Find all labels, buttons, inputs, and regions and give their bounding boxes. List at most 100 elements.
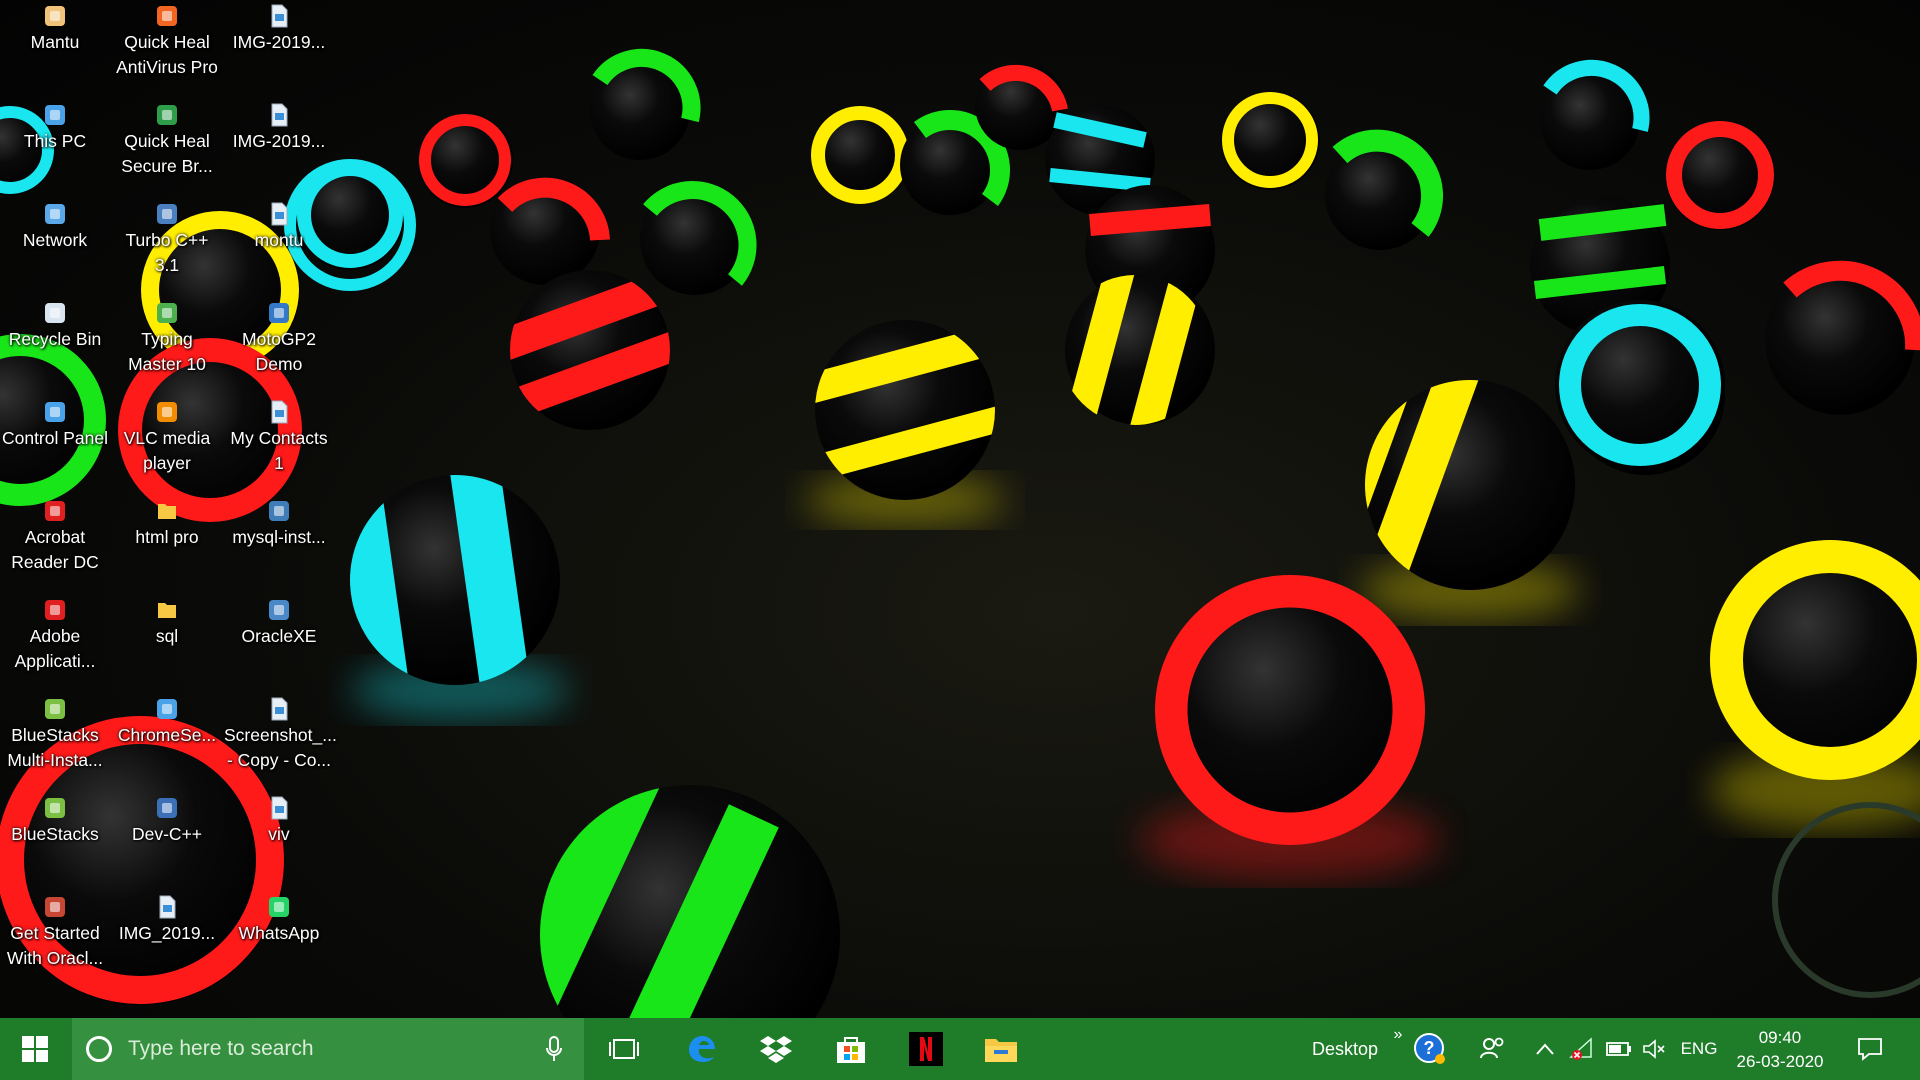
desktop-icon-label: Acrobat Reader DC xyxy=(11,527,99,572)
notification-icon xyxy=(1858,1038,1882,1061)
desktop-icon-html-pro[interactable]: html pro xyxy=(112,495,222,591)
desktop-icon-label: VLC media player xyxy=(123,428,211,473)
store-icon xyxy=(837,1037,865,1063)
people-button[interactable] xyxy=(1473,1018,1513,1080)
search-box[interactable]: Type here to search xyxy=(72,1018,584,1080)
show-hidden-icons-button[interactable] xyxy=(1530,1018,1560,1080)
desktop-icon-acrobat[interactable]: Acrobat Reader DC xyxy=(0,495,110,591)
user-folder-icon xyxy=(43,4,67,28)
taskbar-netflix[interactable] xyxy=(900,1018,952,1080)
microphone-icon[interactable] xyxy=(546,1036,562,1062)
network-status-button[interactable] xyxy=(1565,1018,1599,1080)
desktop-icon-mysql-inst[interactable]: mysql-inst... xyxy=(224,495,334,591)
desktop-icon-label: IMG-2019... xyxy=(232,32,326,52)
edge-icon xyxy=(689,1036,715,1062)
desktop-icon-typing[interactable]: Typing Master 10 xyxy=(112,297,222,393)
action-center-button[interactable] xyxy=(1848,1018,1892,1080)
desktop-icon-viv[interactable]: viv xyxy=(224,792,334,888)
desktop-icon-label: BlueStacks xyxy=(11,824,99,844)
desktop-icon-label: Mantu xyxy=(30,32,80,52)
desktop-icon-whatsapp[interactable]: WhatsApp xyxy=(224,891,334,987)
taskbar-dropbox[interactable] xyxy=(750,1018,802,1080)
desktop-icon-bluestacks[interactable]: BlueStacks xyxy=(0,792,110,888)
devcpp-icon xyxy=(155,796,179,820)
computer-icon xyxy=(43,103,67,127)
start-button[interactable] xyxy=(0,1018,70,1080)
desktop-icon-adobe[interactable]: Adobe Applicati... xyxy=(0,594,110,690)
desktop-icon-label: Turbo C++ 3.1 xyxy=(125,230,209,275)
desktop-icon-label: Quick Heal Secure Br... xyxy=(121,131,213,176)
desktop-icon-img-2019[interactable]: IMG_2019... xyxy=(112,891,222,987)
task-view-button[interactable] xyxy=(598,1018,650,1080)
image-file-icon xyxy=(155,895,179,919)
desktop-icon-label: Get Started With Oracl... xyxy=(6,923,104,968)
desktop-icon-dev-c[interactable]: Dev-C++ xyxy=(112,792,222,888)
motogp-icon xyxy=(267,301,291,325)
image-file-icon xyxy=(267,796,291,820)
vlc-icon xyxy=(155,400,179,424)
desktop-icon-control-panel[interactable]: Control Panel xyxy=(0,396,110,492)
dropbox-icon xyxy=(760,1036,792,1063)
search-placeholder: Type here to search xyxy=(128,1037,314,1060)
desktop-icon-label: mysql-inst... xyxy=(232,527,326,547)
desktop-icon-label: Control Panel xyxy=(1,428,109,448)
desktop-icon-recycle-bin[interactable]: Recycle Bin xyxy=(0,297,110,393)
desktop-toolbar-label[interactable]: Desktop xyxy=(1305,1018,1385,1080)
bluestacks-multi-icon xyxy=(43,697,67,721)
people-icon xyxy=(1480,1037,1504,1059)
oracle-db-icon xyxy=(43,895,67,919)
desktop-icon-label: Adobe Applicati... xyxy=(14,626,96,671)
image-file-icon xyxy=(267,202,291,226)
chevron-up-icon xyxy=(1536,1043,1554,1055)
taskbar-file-explorer[interactable] xyxy=(975,1018,1027,1080)
desktop-icon-quick-heal[interactable]: Quick Heal Secure Br... xyxy=(112,99,222,195)
help-button[interactable]: ? xyxy=(1408,1018,1452,1080)
desktop-icon-label: Screenshot_... - Copy - Co... xyxy=(224,725,337,770)
desktop-icon-screenshot[interactable]: Screenshot_... - Copy - Co... xyxy=(224,693,337,789)
quickheal-browser-icon xyxy=(155,103,179,127)
desktop-icon-get-started[interactable]: Get Started With Oracl... xyxy=(0,891,110,987)
desktop-icon-img-2019[interactable]: IMG-2019... xyxy=(224,99,334,195)
battery-button[interactable] xyxy=(1602,1018,1636,1080)
desktop-icon-motogp2[interactable]: MotoGP2 Demo xyxy=(224,297,334,393)
desktop-icon-label: ChromeSe... xyxy=(117,725,217,745)
volume-button[interactable] xyxy=(1637,1018,1671,1080)
acrobat-icon xyxy=(43,499,67,523)
desktop-icon-label: Recycle Bin xyxy=(8,329,102,349)
desktop-icon-vlc-media[interactable]: VLC media player xyxy=(112,396,222,492)
desktop-icon-label: My Contacts 1 xyxy=(230,428,328,473)
cortana-icon[interactable] xyxy=(86,1036,112,1062)
desktop-icon-turbo-c[interactable]: Turbo C++ 3.1 xyxy=(112,198,222,294)
taskbar-store[interactable] xyxy=(825,1018,877,1080)
typing-master-icon xyxy=(155,301,179,325)
desktop-icon-sql[interactable]: sql xyxy=(112,594,222,690)
desktop-icon-oraclexe[interactable]: OracleXE xyxy=(224,594,334,690)
netflix-icon xyxy=(909,1032,943,1066)
quickheal-icon xyxy=(155,4,179,28)
desktop-icon-quick-heal[interactable]: Quick Heal AntiVirus Pro xyxy=(112,0,222,96)
desktop-icon-label: MotoGP2 Demo xyxy=(242,329,316,374)
image-file-icon xyxy=(267,103,291,127)
desktop-icon-this-pc[interactable]: This PC xyxy=(0,99,110,195)
desktop-icon-label: viv xyxy=(268,824,290,844)
taskbar-edge[interactable] xyxy=(676,1018,728,1080)
help-icon: ? xyxy=(1414,1033,1445,1064)
desktop-icon-label: IMG_2019... xyxy=(118,923,216,943)
battery-icon xyxy=(1606,1042,1631,1056)
desktop-icon-label: html pro xyxy=(135,527,199,547)
input-language[interactable]: ENG xyxy=(1672,1018,1726,1080)
desktop-icon-bluestacks[interactable]: BlueStacks Multi-Insta... xyxy=(0,693,110,789)
task-view-icon xyxy=(609,1039,639,1059)
desktop-icon-img-2019[interactable]: IMG-2019... xyxy=(224,0,334,96)
desktop-icon-label: IMG-2019... xyxy=(232,131,326,151)
volume-muted-icon xyxy=(1643,1039,1665,1059)
desktop-icon-label: sql xyxy=(155,626,179,646)
desktop-icon-network[interactable]: Network xyxy=(0,198,110,294)
desktop-icon-label: BlueStacks Multi-Insta... xyxy=(7,725,103,770)
clock[interactable]: 09:40 26-03-2020 xyxy=(1728,1026,1832,1074)
desktop-icon-montu[interactable]: montu xyxy=(224,198,334,294)
desktop-icon-chromese[interactable]: ChromeSe... xyxy=(112,693,222,789)
desktop-icon-mantu[interactable]: Mantu xyxy=(0,0,110,96)
desktop-icon-my-contacts[interactable]: My Contacts 1 xyxy=(224,396,334,492)
turbo-cpp-icon xyxy=(155,202,179,226)
